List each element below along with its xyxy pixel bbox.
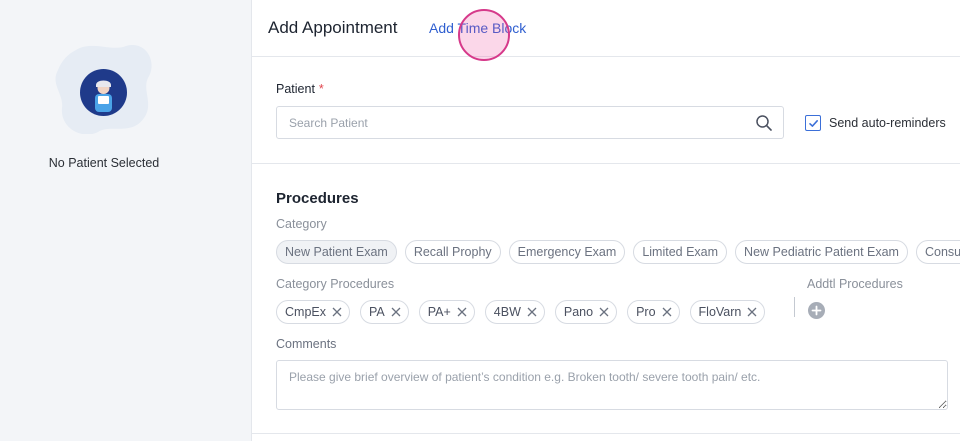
category-chip[interactable]: Emergency Exam xyxy=(508,240,626,264)
close-icon[interactable] xyxy=(598,306,610,318)
required-marker: * xyxy=(318,82,324,96)
addtl-procedures-label: Addtl Procedures xyxy=(807,277,903,291)
close-icon[interactable] xyxy=(661,306,673,318)
category-chip[interactable]: Recall Prophy xyxy=(404,240,501,264)
patient-summary-panel: No Patient Selected xyxy=(0,0,252,441)
procedure-tag-label: Pro xyxy=(636,305,656,319)
category-chip-list: New Patient Exam Recall Prophy Emergency… xyxy=(276,240,960,264)
procedures-title: Procedures xyxy=(276,190,359,207)
close-icon[interactable] xyxy=(526,306,538,318)
person-icon xyxy=(95,80,112,112)
procedure-tag: Pano xyxy=(554,300,618,324)
procedure-tag-label: 4BW xyxy=(493,305,521,319)
category-chip[interactable]: New Patient Exam xyxy=(276,240,397,264)
category-chip[interactable]: New Pediatric Patient Exam xyxy=(735,240,908,264)
close-icon[interactable] xyxy=(456,306,468,318)
patient-section: Patient* Send auto-reminders xyxy=(252,57,960,164)
category-chip[interactable]: Consultation xyxy=(915,240,960,264)
form-header: Add Appointment Add Time Block xyxy=(252,0,960,61)
category-chip[interactable]: Limited Exam xyxy=(633,240,728,264)
plus-circle-icon[interactable] xyxy=(808,302,825,319)
category-procedures-list: CmpEx PA PA+ 4BW Pano Pro FloVarn xyxy=(276,300,766,324)
patient-avatar-illustration xyxy=(54,42,154,134)
procedure-tag: PA xyxy=(359,300,409,324)
procedure-tag: 4BW xyxy=(484,300,545,324)
procedure-tag-label: PA xyxy=(368,305,385,319)
patient-search-field[interactable] xyxy=(276,106,784,139)
close-icon[interactable] xyxy=(746,306,758,318)
page-title: Add Appointment xyxy=(268,18,398,37)
category-label: Category xyxy=(276,217,327,231)
patient-label-text: Patient xyxy=(276,82,315,96)
send-auto-reminders-label: Send auto-reminders xyxy=(829,116,946,130)
procedure-tag: PA+ xyxy=(418,300,475,324)
patient-search-input[interactable] xyxy=(289,114,729,132)
close-icon[interactable] xyxy=(331,306,343,318)
procedures-section: Procedures Category New Patient Exam Rec… xyxy=(252,164,960,434)
search-icon[interactable] xyxy=(755,114,773,132)
procedure-tag-label: CmpEx xyxy=(285,305,326,319)
procedure-tag-label: Pano xyxy=(563,305,594,319)
procedures-divider xyxy=(794,297,795,317)
procedure-tag: Pro xyxy=(627,300,680,324)
add-procedure-button[interactable] xyxy=(808,302,825,319)
comments-textarea[interactable] xyxy=(277,361,947,409)
comments-field[interactable] xyxy=(276,360,948,410)
procedure-tag-label: PA+ xyxy=(427,305,451,319)
close-icon[interactable] xyxy=(390,306,402,318)
category-procedures-label: Category Procedures xyxy=(276,277,395,291)
procedure-tag: CmpEx xyxy=(276,300,350,324)
avatar xyxy=(80,69,127,116)
patient-label: Patient * xyxy=(276,82,324,96)
comments-label: Comments xyxy=(276,337,337,351)
send-auto-reminders-toggle[interactable]: Send auto-reminders xyxy=(805,115,946,131)
no-patient-selected-text: No Patient Selected xyxy=(48,156,160,170)
click-indicator xyxy=(458,9,510,61)
checkbox-checked-icon[interactable] xyxy=(805,115,821,131)
procedure-tag: FloVarn xyxy=(689,300,766,324)
procedure-tag-label: FloVarn xyxy=(698,305,742,319)
